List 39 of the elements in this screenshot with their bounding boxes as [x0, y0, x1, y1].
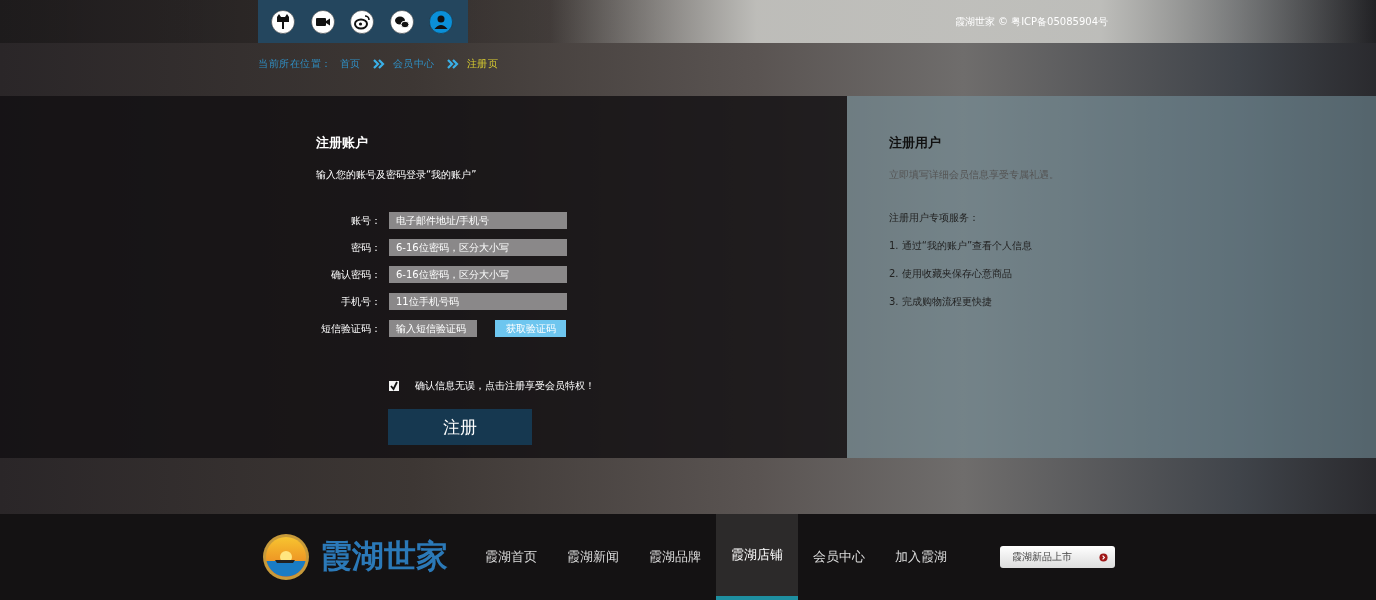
nav-link[interactable]: 霞湖新闻: [552, 514, 634, 600]
code-input-field[interactable]: 输入短信验证码: [389, 320, 477, 337]
input-field[interactable]: 11位手机号码: [389, 293, 567, 310]
service-item: 1. 通过“我的账户”查看个人信息: [889, 239, 1034, 253]
field-label: 短信验证码：: [320, 321, 381, 336]
breadcrumb-label: 当前所在位置：: [258, 56, 332, 71]
agreement-text: 确认信息无误，点击注册享受会员特权！: [415, 379, 595, 393]
service-item: 3. 完成购物流程更快捷: [889, 295, 993, 309]
chat-bubbles-icon[interactable]: [389, 9, 414, 34]
checkbox[interactable]: [389, 381, 399, 391]
double-chevron-icon: [446, 58, 459, 69]
info-title: 注册用户: [889, 134, 942, 152]
double-chevron-icon: [372, 58, 385, 69]
breadcrumb-link[interactable]: 注册页: [466, 56, 498, 71]
nav-link[interactable]: 会员中心: [798, 514, 880, 600]
promo-select[interactable]: 霞湖新品上市: [1000, 546, 1115, 568]
sunset-lake-emblem-icon: [262, 533, 310, 581]
brand-name: 霞湖世家: [320, 536, 448, 577]
breadcrumb-link[interactable]: 首页: [339, 56, 361, 71]
form-subtitle: 输入您的账号及密码登录“我的账户”: [316, 168, 478, 182]
field-label: 手机号：: [340, 294, 381, 309]
nav-link[interactable]: 霞湖品牌: [634, 514, 716, 600]
input-field[interactable]: 6-16位密码，区分大小写: [389, 266, 567, 283]
services-title: 注册用户专项服务：: [889, 211, 980, 225]
register-button[interactable]: 注册: [388, 409, 532, 445]
nav-link[interactable]: 加入霞湖: [880, 514, 962, 600]
nav-link[interactable]: 霞湖首页: [470, 514, 552, 600]
nav-link[interactable]: 霞湖店铺: [716, 514, 798, 600]
field-label: 确认密码：: [330, 267, 381, 282]
input-field[interactable]: 电子邮件地址/手机号: [389, 212, 567, 229]
arrow-circle-icon: [1099, 552, 1108, 562]
user-icon[interactable]: [429, 9, 453, 34]
copyright-text: 霞湖世家 © 粤ICP备05085904号: [954, 14, 1108, 29]
video-camera-icon[interactable]: [310, 9, 335, 34]
form-title: 注册账户: [316, 134, 369, 152]
input-field[interactable]: 6-16位密码，区分大小写: [389, 239, 567, 256]
service-item: 2. 使用收藏夹保存心意商品: [889, 267, 1013, 281]
field-label: 账号：: [350, 213, 381, 228]
field-label: 密码：: [350, 240, 381, 255]
